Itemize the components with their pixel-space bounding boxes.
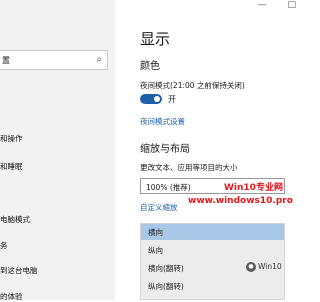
settings-search-input[interactable]: 置 ⌕ [0,50,108,70]
sidebar-item-power-sleep[interactable]: 和睡眠 [0,161,23,172]
orientation-option-portrait[interactable]: 纵向 [141,242,284,258]
night-mode-settings-link[interactable]: 夜间模式设置 [140,116,185,127]
wechat-icon: ● [246,262,256,272]
toggle-state-label: 开 [168,95,176,104]
scale-layout-heading: 缩放与布局 [140,144,190,155]
wechat-watermark-text: Win10 [258,262,282,271]
orientation-option-portrait-flipped[interactable]: 纵向(翻转) [141,278,284,294]
sidebar-item-multitasking[interactable]: 务 [0,240,8,251]
settings-sidebar: 置 ⌕ 和操作 和睡眠 电脑模式 务 到这台电脑 的体验 [0,0,115,302]
toggle-knob [154,96,160,102]
sidebar-item-tablet-mode[interactable]: 电脑模式 [0,214,30,225]
sidebar-item-notifications-actions[interactable]: 和操作 [0,133,23,144]
night-mode-toggle[interactable] [140,94,162,104]
watermark-site-name: Win10专业网 [224,183,283,193]
night-mode-label: 夜间模式(21:00 之前保持关闭) [140,81,245,90]
custom-scaling-link[interactable]: 自定义缩放 [140,202,178,213]
scale-label: 更改文本、应用等项目的大小 [140,163,238,172]
display-settings-panel: 显示 颜色 夜间模式(21:00 之前保持关闭) 开 夜间模式设置 缩放与布局 … [140,0,300,300]
watermark-site-url: www.windows10.pro [188,196,293,206]
search-icon[interactable]: ⌕ [96,54,102,65]
wechat-watermark: ● Win10 [246,262,300,280]
search-input-text: 置 [2,56,10,65]
sidebar-item-shared-experiences[interactable]: 的体验 [0,291,23,302]
page-title: 显示 [140,30,171,48]
orientation-option-landscape[interactable]: 横向 [141,224,284,240]
color-section-heading: 颜色 [140,61,160,72]
sidebar-item-project-to-pc[interactable]: 到这台电脑 [0,265,38,276]
scale-dropdown-value: 100% (推荐) [146,183,191,192]
